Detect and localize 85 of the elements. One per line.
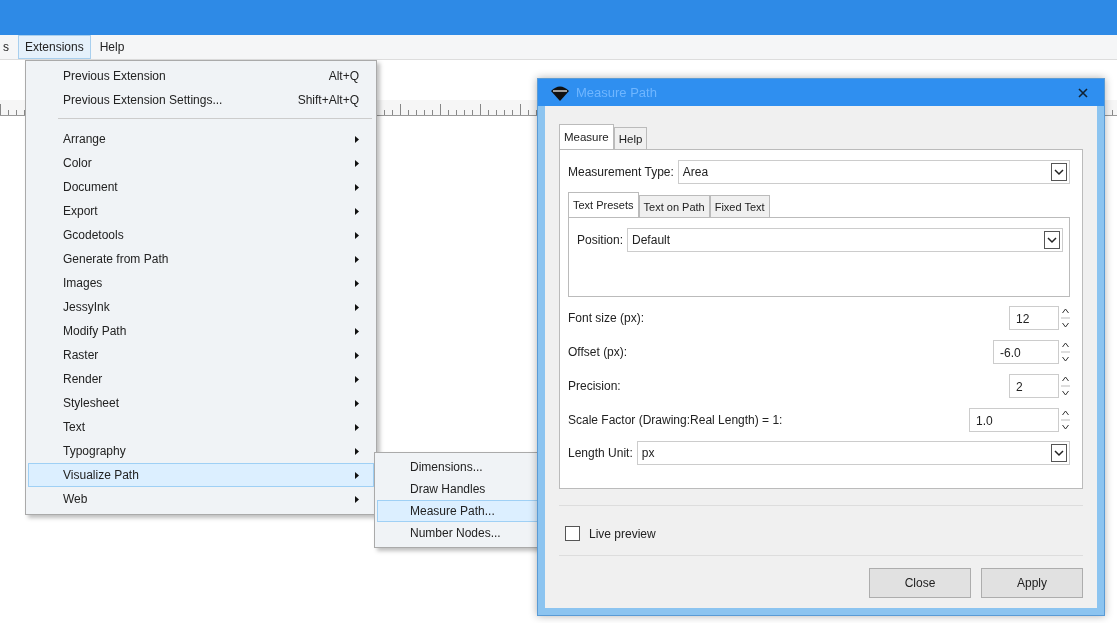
submenu-arrow-icon [355,303,359,311]
tab[interactable]: Help [613,127,648,149]
menu-item[interactable]: Stylesheet [28,391,374,415]
menu-item[interactable]: Document [28,175,374,199]
field-label: Length Unit: [568,446,633,460]
submenu-arrow-icon [355,351,359,359]
menu-item[interactable]: Images [28,271,374,295]
menu-item[interactable]: Generate from Path [28,247,374,271]
dialog-title: Measure Path [576,85,657,100]
menu-item-label: Text [63,420,86,434]
dropdown-field[interactable]: Area [677,160,1070,184]
submenu-arrow-icon [355,207,359,215]
menu-item[interactable]: Gcodetools [28,223,374,247]
tab[interactable]: Text Presets [568,192,639,217]
menu-item-label: Color [63,156,93,170]
submenu-arrow-icon [355,399,359,407]
menu-item-label: Render [63,372,104,386]
submenu-arrow-icon [355,375,359,383]
submenu-arrow-icon [355,135,359,143]
number-field[interactable]: 12 [1009,306,1059,330]
submenu-arrow-icon [355,255,359,263]
submenu-arrow-icon [355,183,359,191]
submenu-arrow-icon [355,471,359,479]
dialog-button[interactable]: Close [869,568,971,598]
menu-item-label: Visualize Path [63,468,140,482]
submenu-arrow-icon [355,159,359,167]
menu-item-label: Images [63,276,104,290]
caret-icon [1051,163,1067,181]
menu-item-label: Raster [63,348,100,362]
menu-item-label: Export [63,204,99,218]
menu-item[interactable]: Previous Extension Settings... Shift+Alt+Q [28,88,374,112]
menu-item[interactable]: Color [28,151,374,175]
menu-item-label: Generate from Path [63,252,170,266]
menu-item[interactable]: Web [28,487,374,511]
submenu-arrow-icon [355,495,359,503]
menu-item[interactable]: Raster [28,343,374,367]
menu-item[interactable]: Previous Extension Alt+Q [28,64,374,88]
checkbox[interactable] [565,526,580,541]
dropdown-field[interactable]: px [636,441,1070,465]
menu-item-label: Previous Extension [63,69,167,83]
number-field[interactable]: 1.0 [969,408,1059,432]
menu-item-label: JessyInk [63,300,111,314]
menu-item[interactable]: Text [28,415,374,439]
menu-item[interactable]: Extensions [18,35,91,59]
menu-item-label: Arrange [63,132,107,146]
menu-item-label: Document [63,180,119,194]
menu-item[interactable]: Render [28,367,374,391]
tab[interactable]: Text on Path [638,195,710,217]
menu-item-label: Previous Extension Settings... [63,93,224,107]
number-field[interactable]: -6.0 [993,340,1059,364]
submenu-arrow-icon [355,447,359,455]
menu-item[interactable]: Export [28,199,374,223]
dropdown-field[interactable]: Default [627,228,1063,252]
menu-item[interactable]: s [0,35,16,59]
menu-item-label: Web [63,492,89,506]
field-label: Offset (px): [568,345,628,359]
submenu-arrow-icon [355,423,359,431]
menu-item-label: Stylesheet [63,396,121,410]
menu-item[interactable]: Modify Path [28,319,374,343]
caret-icon [1044,231,1060,249]
menu-item[interactable]: Help [92,35,132,59]
tab[interactable]: Measure [559,124,614,149]
menu-item[interactable]: Typography [28,439,374,463]
field-label: Position: [577,233,624,247]
checkbox-label: Live preview [589,526,656,541]
menu-item[interactable]: Visualize Path [28,463,374,487]
dialog-button[interactable]: Apply [981,568,1083,598]
number-field[interactable]: 2 [1009,374,1059,398]
submenu-arrow-icon [355,279,359,287]
caret-icon [1051,444,1067,462]
shortcut-label: Alt+Q [328,69,359,83]
menu-item[interactable]: Arrange [28,127,374,151]
close-icon[interactable] [1078,87,1088,98]
menu-item-label: Typography [63,444,127,458]
submenu-arrow-icon [355,231,359,239]
menu-item[interactable]: JessyInk [28,295,374,319]
submenu-arrow-icon [355,327,359,335]
field-label: Font size (px): [568,311,645,325]
tab[interactable]: Fixed Text [709,195,770,217]
field-label: Measurement Type: [568,165,674,179]
menu-item-label: Modify Path [63,324,128,338]
field-label: Scale Factor (Drawing:Real Length) = 1: [568,413,783,427]
field-label: Precision: [568,379,621,393]
shortcut-label: Shift+Alt+Q [297,93,359,107]
menu-item-label: Gcodetools [63,228,125,242]
